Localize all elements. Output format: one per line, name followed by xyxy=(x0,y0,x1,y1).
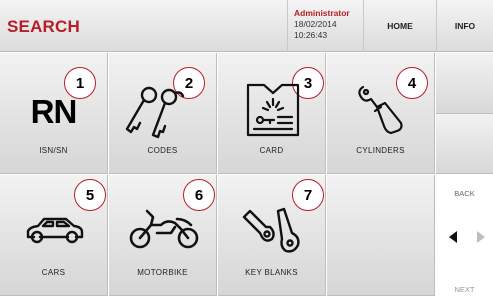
tile-label: CARS xyxy=(41,268,66,277)
tile-cars[interactable]: 5 CARS xyxy=(0,175,108,296)
tile-label: MOTORBIKE xyxy=(137,268,188,277)
rn-icon: RN xyxy=(30,93,78,130)
search-menu-grid: 1 RN ISN/SN 2 CODES 3 CARD 4 CYLINDERS 5… xyxy=(0,53,436,299)
tile-motorbike[interactable]: 6 MOTORBIKE xyxy=(109,175,217,296)
tile-empty xyxy=(327,175,435,296)
info-button[interactable]: INFO xyxy=(436,0,493,52)
motorbike-icon xyxy=(129,209,199,249)
back-label: BACK xyxy=(454,189,475,198)
side-cell-middle xyxy=(436,114,493,174)
time-text: 10:26:43 xyxy=(294,30,328,40)
card-icon xyxy=(246,83,300,137)
header-bar: SEARCH Administrator 18/02/2014 10:26:43… xyxy=(0,0,493,52)
car-icon xyxy=(26,217,84,244)
key-blanks-icon xyxy=(242,207,300,253)
user-info: Administrator 18/02/2014 10:26:43 xyxy=(287,0,363,52)
home-button[interactable]: HOME xyxy=(363,0,436,52)
tile-label: CARD xyxy=(259,146,284,155)
tile-label: CODES xyxy=(147,146,178,155)
tile-codes[interactable]: 2 CODES xyxy=(109,53,217,174)
keys-icon xyxy=(125,86,185,139)
user-name: Administrator xyxy=(294,8,350,18)
tile-cylinders[interactable]: 4 CYLINDERS xyxy=(327,53,435,174)
tile-key-blanks[interactable]: 7 KEY BLANKS xyxy=(218,175,326,296)
side-cell-top xyxy=(436,53,493,114)
tile-isn-sn[interactable]: 1 RN ISN/SN xyxy=(0,53,108,174)
side-panel xyxy=(436,53,493,299)
tile-label: KEY BLANKS xyxy=(245,268,298,277)
cylinder-icon xyxy=(358,85,403,135)
page-title: SEARCH xyxy=(7,17,80,36)
back-arrow-icon[interactable] xyxy=(445,226,461,248)
next-arrow-icon[interactable] xyxy=(473,226,489,248)
tile-label: CYLINDERS xyxy=(356,146,405,155)
tile-card[interactable]: 3 CARD xyxy=(218,53,326,174)
date-text: 18/02/2014 xyxy=(294,19,337,29)
tile-number-badge: 5 xyxy=(74,179,106,211)
tile-label: ISN/SN xyxy=(39,146,68,155)
next-label: NEXT xyxy=(454,285,475,294)
